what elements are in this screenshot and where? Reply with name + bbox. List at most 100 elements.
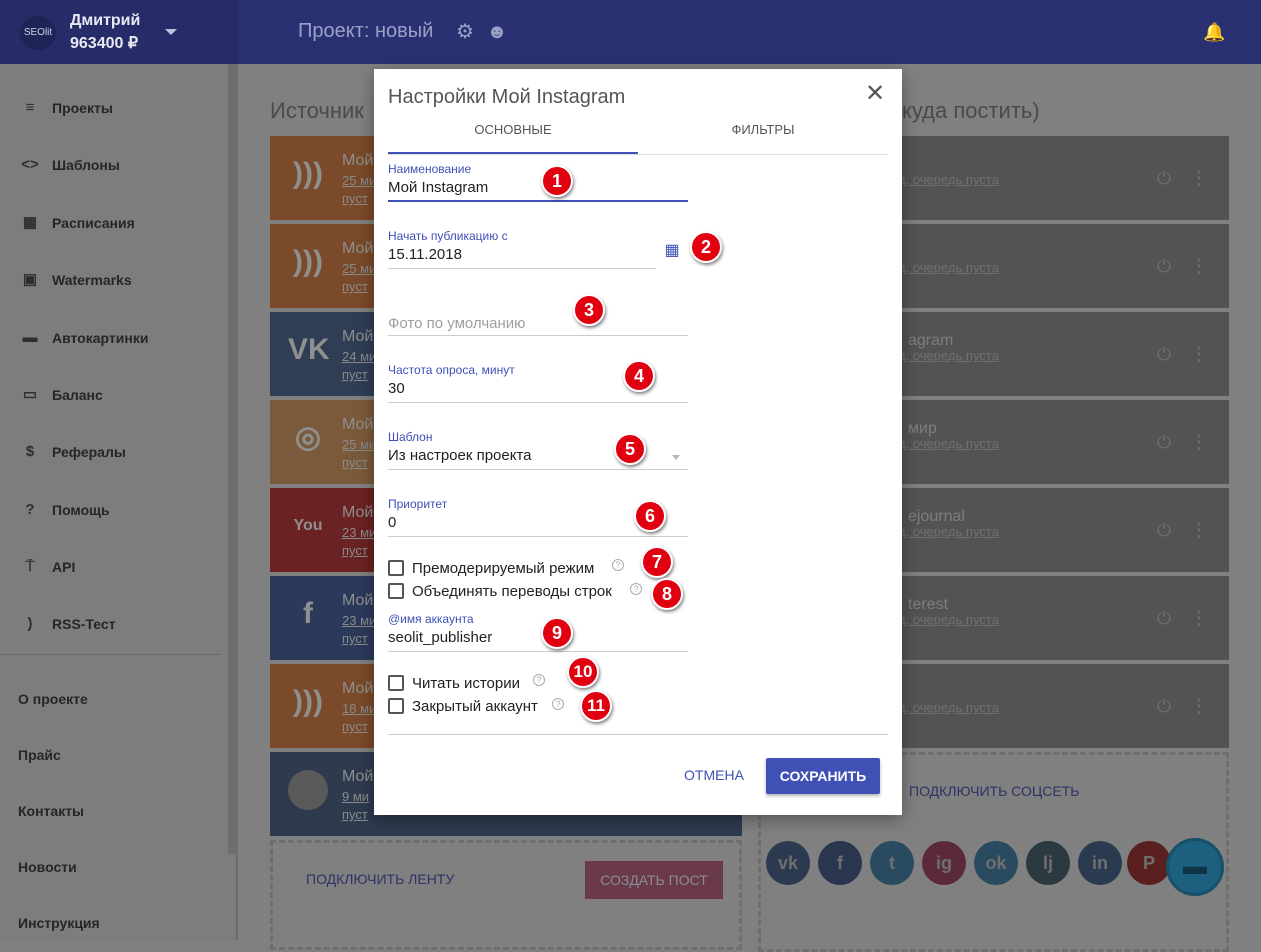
help-icon[interactable]: ? [533, 674, 545, 686]
facebook-social-icon[interactable]: f [818, 841, 862, 885]
private-account-checkbox[interactable] [388, 698, 404, 714]
sidebar-link-label: О проекте [18, 691, 88, 707]
source-time[interactable]: 25 ми [342, 261, 376, 276]
power-icon[interactable]: ⏻ [1154, 432, 1174, 452]
name-label: Наименование [388, 162, 472, 176]
pinterest-social-icon[interactable]: P [1127, 841, 1171, 885]
calendar-icon[interactable]: ▦ [662, 241, 682, 261]
power-icon[interactable]: ⏻ [1154, 344, 1174, 364]
more-vert-icon[interactable]: ⋮ [1190, 168, 1208, 188]
sidebar-item-rss-test[interactable]: ) RSS-Тест [0, 604, 230, 644]
source-status[interactable]: пуст [342, 455, 368, 470]
more-vert-icon[interactable]: ⋮ [1190, 256, 1208, 276]
source-time[interactable]: 9 ми [342, 789, 369, 804]
more-vert-icon[interactable]: ⋮ [1190, 520, 1208, 540]
power-icon[interactable]: ⏻ [1154, 608, 1174, 628]
instagram-social-icon[interactable]: ig [922, 841, 966, 885]
sidebar-item-watermarks[interactable]: ▣ Watermarks [0, 260, 230, 300]
source-time[interactable]: 25 ми [342, 437, 376, 452]
help-icon[interactable]: ? [630, 583, 642, 595]
logo: SEOlit [20, 16, 56, 50]
bell-icon[interactable]: 🔔 [1203, 20, 1225, 44]
template-select[interactable]: Из настроек проекта [388, 447, 532, 464]
source-status[interactable]: пуст [342, 279, 368, 294]
source-time[interactable]: 25 ми [342, 173, 376, 188]
source-status[interactable]: пуст [342, 191, 368, 206]
sidebar-link-label: Инструкция [18, 915, 100, 931]
default-photo-field[interactable]: Фото по умолчанию [388, 315, 525, 332]
target-status[interactable]: д, очередь пуста [898, 612, 999, 627]
sidebar-item-balance[interactable]: ▭ Баланс [0, 375, 230, 415]
more-vert-icon[interactable]: ⋮ [1190, 696, 1208, 716]
sidebar-item-schedules[interactable]: ▦ Расписания [0, 203, 230, 243]
frequency-field[interactable]: 30 [388, 380, 405, 397]
sources-heading: Источник [270, 98, 364, 123]
save-button[interactable]: СОХРАНИТЬ [766, 758, 880, 794]
more-vert-icon[interactable]: ⋮ [1190, 608, 1208, 628]
sidebar-link-price[interactable]: Прайс [0, 735, 230, 775]
chevron-down-icon[interactable] [672, 455, 680, 460]
connect-social-button[interactable]: ПОДКЛЮЧИТЬ СОЦСЕТЬ [909, 783, 1079, 799]
start-date-field[interactable]: 15.11.2018 [388, 246, 462, 263]
target-status[interactable]: д, очередь пуста [898, 700, 999, 715]
power-icon[interactable]: ⏻ [1154, 696, 1174, 716]
name-field[interactable]: Мой Instagram [388, 179, 488, 196]
merge-linebreaks-checkbox[interactable] [388, 583, 404, 599]
cancel-button[interactable]: ОТМЕНА [674, 761, 754, 789]
source-status[interactable]: пуст [342, 367, 368, 382]
sidebar-link-news[interactable]: Новости [0, 847, 230, 887]
source-time[interactable]: 23 ми [342, 525, 376, 540]
sidebar-scrollbar[interactable] [228, 64, 238, 854]
premoderation-checkbox[interactable] [388, 560, 404, 576]
power-icon[interactable]: ⏻ [1154, 520, 1174, 540]
sidebar-link-contacts[interactable]: Контакты [0, 791, 230, 831]
priority-field[interactable]: 0 [388, 514, 396, 531]
create-post-button[interactable]: СОЗДАТЬ ПОСТ [585, 861, 723, 899]
user-menu[interactable]: SEOlit Дмитрий 963400 ₽ [0, 0, 238, 64]
help-icon[interactable]: ? [612, 559, 624, 571]
chevron-down-icon[interactable] [165, 29, 177, 35]
tab-main[interactable]: ОСНОВНЫЕ [388, 122, 638, 137]
chat-icon[interactable]: ▬ [1166, 838, 1224, 896]
read-stories-checkbox[interactable] [388, 675, 404, 691]
sidebar-item-label: Баланс [52, 387, 103, 403]
source-time[interactable]: 23 ми [342, 613, 376, 628]
help-icon[interactable]: ? [552, 698, 564, 710]
target-status[interactable]: д, очередь пуста [898, 348, 999, 363]
source-time[interactable]: 18 ми [342, 701, 376, 716]
sidebar-link-guide[interactable]: Инструкция [0, 903, 230, 943]
sidebar-item-api[interactable]: ⍑ API [0, 547, 230, 587]
sidebar-item-projects[interactable]: ≡ Проекты [0, 88, 230, 128]
source-time[interactable]: 24 ми [342, 349, 376, 364]
more-vert-icon[interactable]: ⋮ [1190, 432, 1208, 452]
close-icon[interactable]: ✕ [864, 82, 886, 106]
odnoklassniki-social-icon[interactable]: ok [974, 841, 1018, 885]
source-status[interactable]: пуст [342, 631, 368, 646]
vk-social-icon[interactable]: vk [766, 841, 810, 885]
sidebar-link-about[interactable]: О проекте [0, 679, 230, 719]
target-status[interactable]: д, очередь пуста [898, 436, 999, 451]
sidebar-item-autoimages[interactable]: ▬ Автокартинки [0, 318, 230, 358]
power-icon[interactable]: ⏻ [1154, 168, 1174, 188]
tab-filters[interactable]: ФИЛЬТРЫ [638, 122, 888, 137]
sidebar-item-templates[interactable]: <> Шаблоны [0, 145, 230, 185]
sidebar-item-help[interactable]: ? Помощь [0, 490, 230, 530]
source-status[interactable]: пуст [342, 719, 368, 734]
target-status[interactable]: д, очередь пуста [898, 524, 999, 539]
bot-icon[interactable]: ☻ [486, 21, 508, 43]
target-status[interactable]: д, очередь пуста [898, 172, 999, 187]
power-icon[interactable]: ⏻ [1154, 256, 1174, 276]
linkedin-social-icon[interactable]: in [1078, 841, 1122, 885]
sidebar-item-referrals[interactable]: $ Рефералы [0, 432, 230, 472]
annotation-badge: 7 [641, 546, 673, 578]
livejournal-social-icon[interactable]: lj [1026, 841, 1070, 885]
target-status[interactable]: д, очередь пуста [898, 260, 999, 275]
connect-feed-button[interactable]: ПОДКЛЮЧИТЬ ЛЕНТУ [306, 871, 454, 887]
account-field[interactable]: seolit_publisher [388, 629, 492, 646]
twitter-social-icon[interactable]: t [870, 841, 914, 885]
more-vert-icon[interactable]: ⋮ [1190, 344, 1208, 364]
read-stories-label: Читать истории [412, 675, 520, 692]
source-status[interactable]: пуст [342, 807, 368, 822]
source-status[interactable]: пуст [342, 543, 368, 558]
gear-icon[interactable]: ⚙ [454, 21, 476, 43]
